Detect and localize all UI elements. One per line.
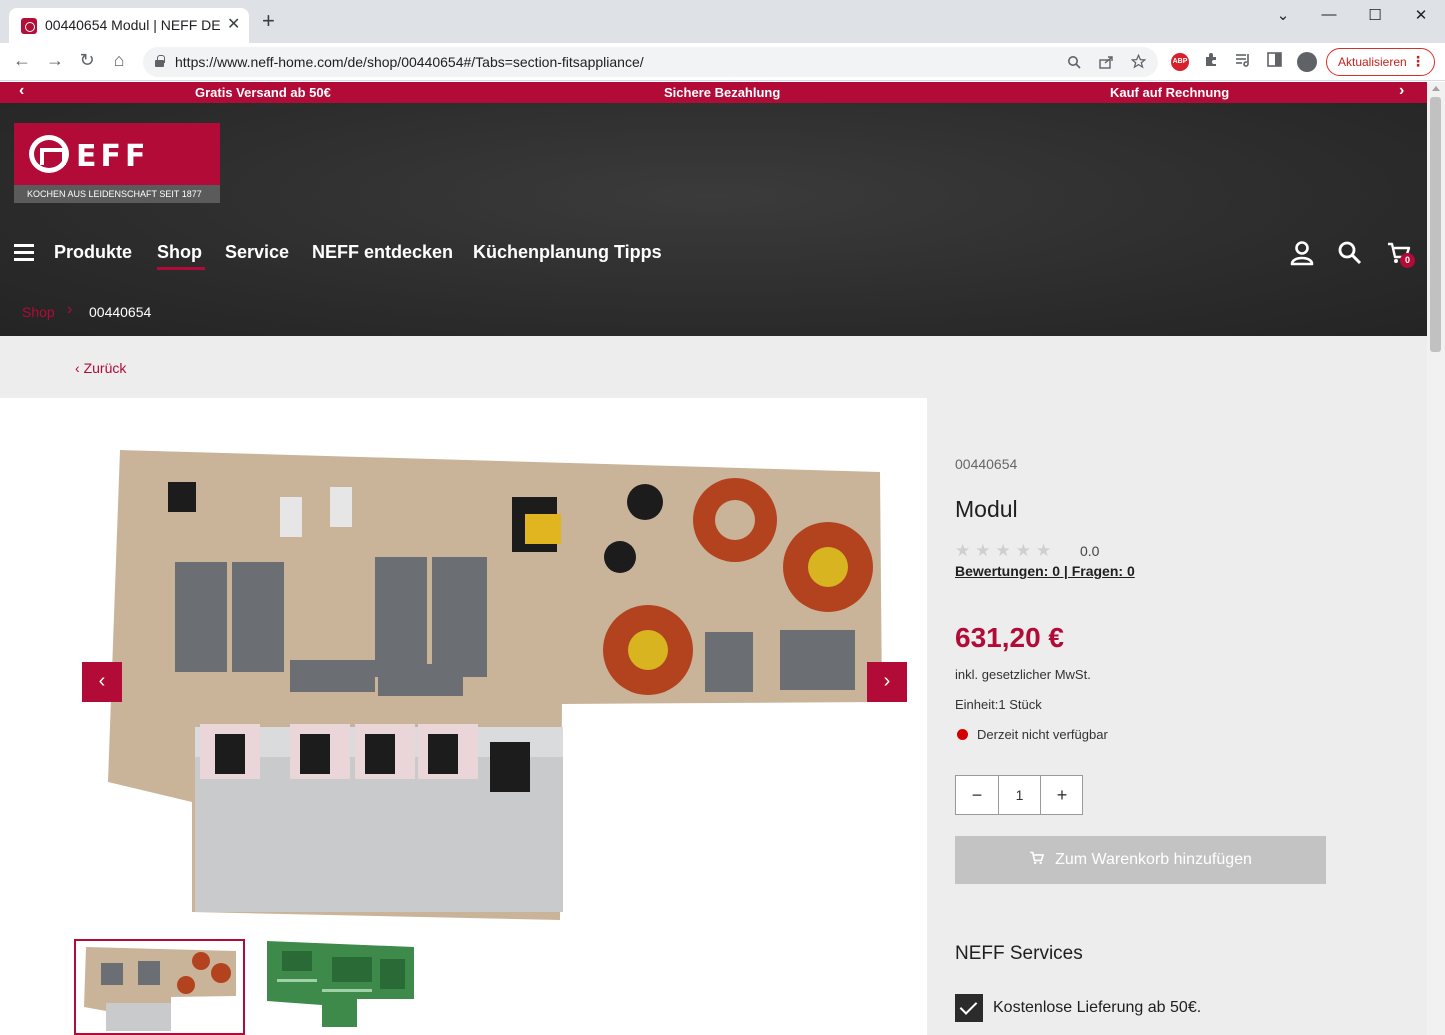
promo-invoice: Kauf auf Rechnung: [1110, 85, 1230, 100]
maximize-button[interactable]: ☐: [1360, 6, 1390, 24]
lock-icon[interactable]: [155, 55, 165, 67]
promo-secure-payment: Sichere Bezahlung: [664, 85, 781, 100]
product-content: ‹ Zurück ‹ › 00440654 Modul ★★★★★ 0.0 Be…: [0, 336, 1427, 1035]
address-bar[interactable]: https://www.neff-home.com/de/shop/004406…: [143, 47, 1158, 77]
nav-shop[interactable]: Shop: [157, 242, 202, 263]
promo-free-shipping: Gratis Versand ab 50€: [195, 85, 331, 100]
tab-title: 00440654 Modul | NEFF DE: [45, 17, 221, 33]
product-gallery: ‹ ›: [0, 398, 927, 1035]
product-name: Modul: [955, 496, 1018, 522]
qty-input[interactable]: 1: [998, 776, 1041, 814]
bookmark-star-icon[interactable]: [1131, 54, 1146, 69]
share-icon[interactable]: [1099, 55, 1114, 69]
extensions-puzzle-icon[interactable]: [1203, 52, 1219, 68]
rating-value: 0.0: [1080, 543, 1100, 559]
add-to-cart-cart-icon: [1030, 851, 1045, 865]
zoom-search-icon[interactable]: [1067, 55, 1081, 69]
qty-decrease-button[interactable]: −: [956, 776, 998, 814]
search-icon[interactable]: [1337, 240, 1363, 266]
browser-tab-strip: 00440654 Modul | NEFF DE ✕ + ⌄ — ☐ ✕: [0, 0, 1445, 43]
reload-icon[interactable]: ↻: [75, 50, 99, 71]
thumbnail-2-image: [267, 941, 414, 1027]
cart-count-badge: 0: [1400, 253, 1415, 268]
logo-wordmark: EFF: [76, 139, 150, 174]
tab-search-icon[interactable]: ⌄: [1268, 6, 1298, 24]
adblock-extension-icon[interactable]: ABP: [1171, 53, 1189, 71]
nav-neff-entdecken[interactable]: NEFF entdecken: [312, 242, 453, 263]
forward-arrow-icon[interactable]: →: [43, 50, 67, 71]
update-button[interactable]: Aktualisieren ⋮: [1326, 48, 1435, 76]
back-link[interactable]: ‹ Zurück: [75, 360, 126, 376]
reading-list-icon[interactable]: [1235, 52, 1251, 68]
thumbnail-1-image: [84, 947, 236, 1031]
scroll-up-icon[interactable]: [1432, 86, 1440, 91]
new-tab-button[interactable]: +: [262, 10, 275, 32]
unit-info: Einheit:1 Stück: [955, 697, 1042, 712]
product-price: 631,20 €: [955, 622, 1064, 653]
update-label: Aktualisieren: [1338, 55, 1407, 69]
neff-logo[interactable]: EFF KOCHEN AUS LEIDENSCHAFT SEIT 1877: [14, 123, 220, 203]
availability-text: Derzeit nicht verfügbar: [977, 727, 1108, 742]
back-arrow-icon[interactable]: ←: [10, 50, 34, 71]
logo-red-block: EFF: [14, 123, 220, 185]
tab-close-icon[interactable]: ✕: [227, 14, 240, 34]
promo-prev-icon[interactable]: ‹: [19, 82, 24, 100]
nav-produkte[interactable]: Produkte: [54, 242, 132, 263]
breadcrumb-separator-icon: ›: [67, 301, 73, 318]
breadcrumb-current: 00440654: [89, 304, 152, 320]
availability-status-icon: [957, 729, 968, 740]
side-panel-icon[interactable]: [1267, 52, 1282, 67]
reviews-questions-link[interactable]: Bewertungen: 0 | Fragen: 0: [955, 563, 1135, 579]
breadcrumb-shop[interactable]: Shop: [22, 304, 55, 320]
user-account-icon[interactable]: [1289, 240, 1315, 266]
add-to-cart-button[interactable]: Zum Warenkorb hinzufügen: [955, 836, 1326, 884]
site-header: EFF KOCHEN AUS LEIDENSCHAFT SEIT 1877 Pr…: [0, 103, 1427, 336]
back-chevron-icon: ‹: [75, 360, 80, 376]
qty-increase-button[interactable]: +: [1041, 776, 1083, 814]
nav-kuechenplanung-tipps[interactable]: Küchenplanung Tipps: [473, 242, 662, 263]
neff-favicon-icon: [21, 18, 37, 34]
gallery-prev-button[interactable]: ‹: [82, 662, 122, 702]
url-text[interactable]: https://www.neff-home.com/de/shop/004406…: [175, 54, 644, 70]
nav-service[interactable]: Service: [225, 242, 289, 263]
nav-active-underline: [157, 267, 205, 270]
promo-bar: ‹ Gratis Versand ab 50€ Sichere Bezahlun…: [0, 82, 1427, 103]
rating-stars-icon[interactable]: ★★★★★: [955, 541, 1056, 561]
product-main-image[interactable]: [100, 442, 890, 922]
gallery-next-button[interactable]: ›: [867, 662, 907, 702]
scrollbar-thumb[interactable]: [1430, 97, 1441, 352]
service-checkbox-checked-icon[interactable]: [955, 994, 983, 1022]
back-label: Zurück: [83, 360, 127, 376]
home-icon[interactable]: ⌂: [107, 50, 131, 71]
logo-mark-icon: [29, 135, 69, 173]
services-title: NEFF Services: [955, 943, 1083, 964]
thumbnail-1[interactable]: [74, 939, 245, 1035]
page-scrollbar[interactable]: [1427, 82, 1445, 1035]
browser-tab[interactable]: 00440654 Modul | NEFF DE ✕: [9, 8, 249, 43]
minimize-button[interactable]: —: [1314, 6, 1344, 23]
logo-tagline: KOCHEN AUS LEIDENSCHAFT SEIT 1877: [14, 185, 220, 203]
browser-toolbar: ← → ↻ ⌂ https://www.neff-home.com/de/sho…: [0, 43, 1445, 81]
more-menu-icon[interactable]: ⋮: [1411, 53, 1425, 70]
product-sku: 00440654: [955, 456, 1018, 472]
tax-note: inkl. gesetzlicher MwSt.: [955, 667, 1091, 682]
close-window-button[interactable]: ✕: [1406, 6, 1436, 24]
thumbnail-2[interactable]: [262, 939, 422, 1035]
add-to-cart-label: Zum Warenkorb hinzufügen: [1055, 851, 1252, 868]
quantity-stepper: − 1 +: [955, 775, 1083, 815]
profile-avatar[interactable]: [1297, 52, 1317, 72]
hamburger-menu-icon[interactable]: [14, 244, 34, 261]
promo-next-icon[interactable]: ›: [1399, 82, 1404, 100]
service-free-delivery: Kostenlose Lieferung ab 50€.: [993, 999, 1202, 1016]
